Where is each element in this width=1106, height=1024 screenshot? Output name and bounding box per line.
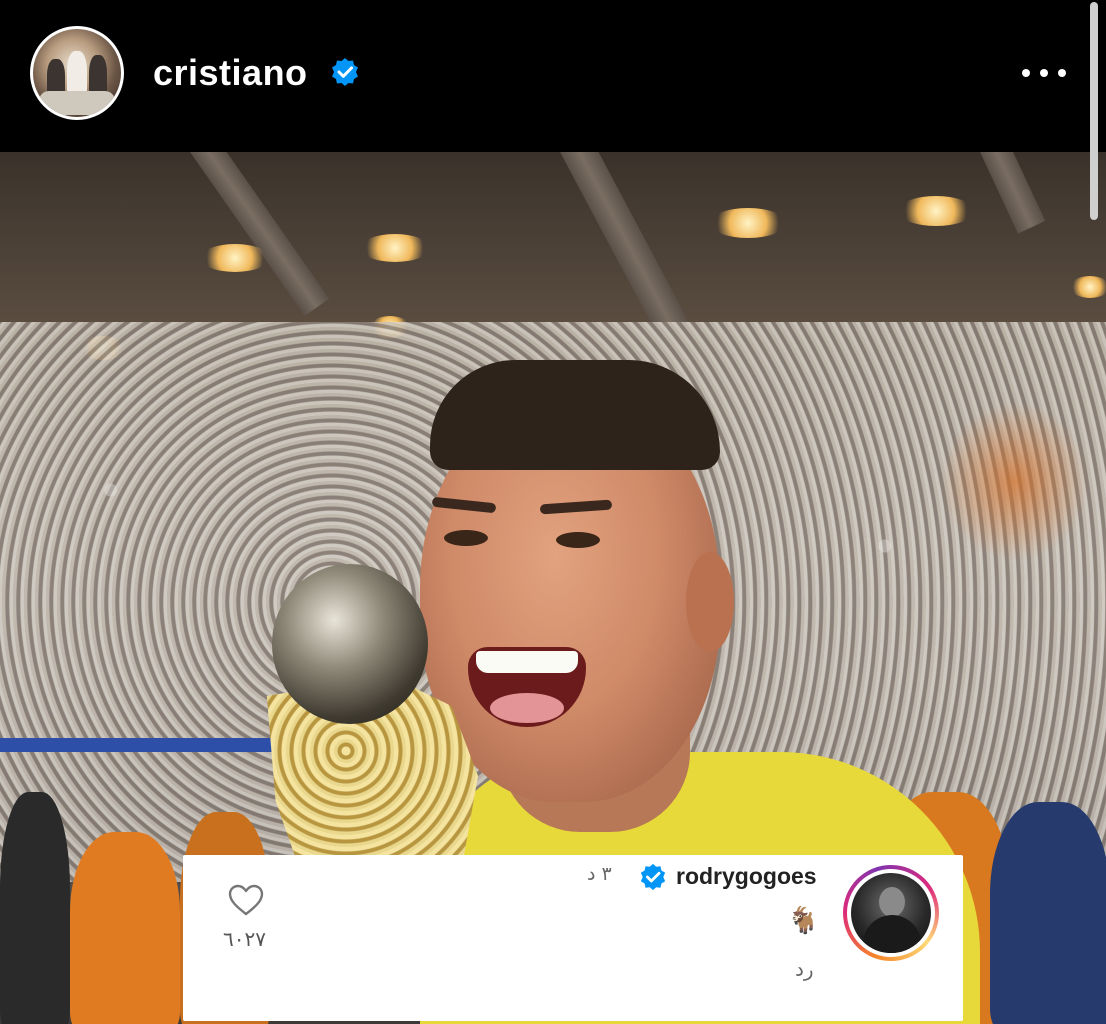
commenter-avatar[interactable] [843,865,939,961]
background-person [70,832,180,1024]
player-eye [444,530,488,546]
post-header: cristiano [0,0,1106,152]
more-options-icon[interactable] [1016,60,1072,86]
trophy-ball [272,564,428,724]
stadium-light [710,208,786,238]
comment-timestamp: ٣ د [587,863,612,885]
pitch-barrier [0,738,300,752]
background-person [0,792,70,1024]
player-hair [430,360,720,470]
comment-like-count: ٦٠٢٧ [223,927,266,951]
stadium-light [1070,276,1106,298]
verified-badge-icon [639,863,667,896]
profile-username[interactable]: cristiano [153,52,360,96]
background-person [990,802,1106,1024]
stadium-light [360,234,430,262]
profile-avatar-image [33,29,121,117]
comment-text: 🐐 [787,905,820,935]
stadium-light [898,196,974,226]
stadium-light [200,244,270,272]
username-text[interactable]: cristiano [153,52,308,93]
verified-badge-icon [330,54,360,96]
reply-button[interactable]: رد [795,957,814,981]
crowd-flag [940,402,1090,562]
comment-card: ٦٠٢٧ ٣ د rodrygogoes 🐐 رد [183,855,963,1021]
scrollbar[interactable] [1090,2,1098,220]
player-eye [556,532,600,548]
heart-outline-icon[interactable] [227,883,265,917]
commenter-avatar-image [851,873,931,953]
comment-username[interactable]: rodrygogoes [676,863,817,890]
profile-avatar[interactable] [30,26,124,120]
player-ear [686,552,734,652]
stadium-roof [0,152,1106,322]
